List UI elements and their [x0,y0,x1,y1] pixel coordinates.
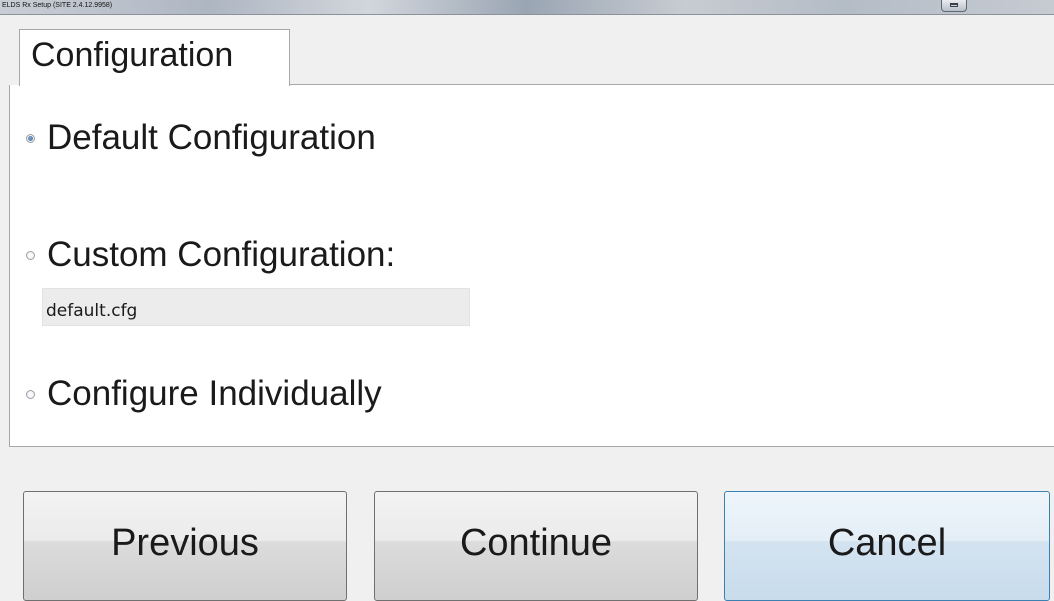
custom-config-field[interactable] [42,288,470,326]
restore-icon [950,3,958,7]
title-bar: ELDS Rx Setup (SITE 2.4.12.9958) [0,0,1054,15]
option-label: Default Configuration [47,118,376,157]
radio-custom-icon[interactable] [26,250,35,260]
option-label: Configure Individually [47,374,382,413]
restore-button[interactable] [941,0,967,12]
radio-default-icon[interactable] [26,133,35,143]
tab-label: Configuration [31,36,234,74]
option-label: Custom Configuration: [47,235,396,274]
radio-individual-icon[interactable] [26,389,35,399]
continue-button[interactable]: Continue [374,491,698,601]
option-custom-configuration[interactable]: Custom Configuration: [26,230,395,280]
tab-configuration[interactable]: Configuration [19,29,290,86]
previous-button[interactable]: Previous [23,491,347,601]
option-configure-individually[interactable]: Configure Individually [26,369,382,419]
window-title: ELDS Rx Setup (SITE 2.4.12.9958) [2,2,113,9]
option-default-configuration[interactable]: Default Configuration [26,113,376,163]
cancel-button[interactable]: Cancel [724,491,1050,601]
configuration-panel: Default Configuration Custom Configurati… [9,85,1054,447]
